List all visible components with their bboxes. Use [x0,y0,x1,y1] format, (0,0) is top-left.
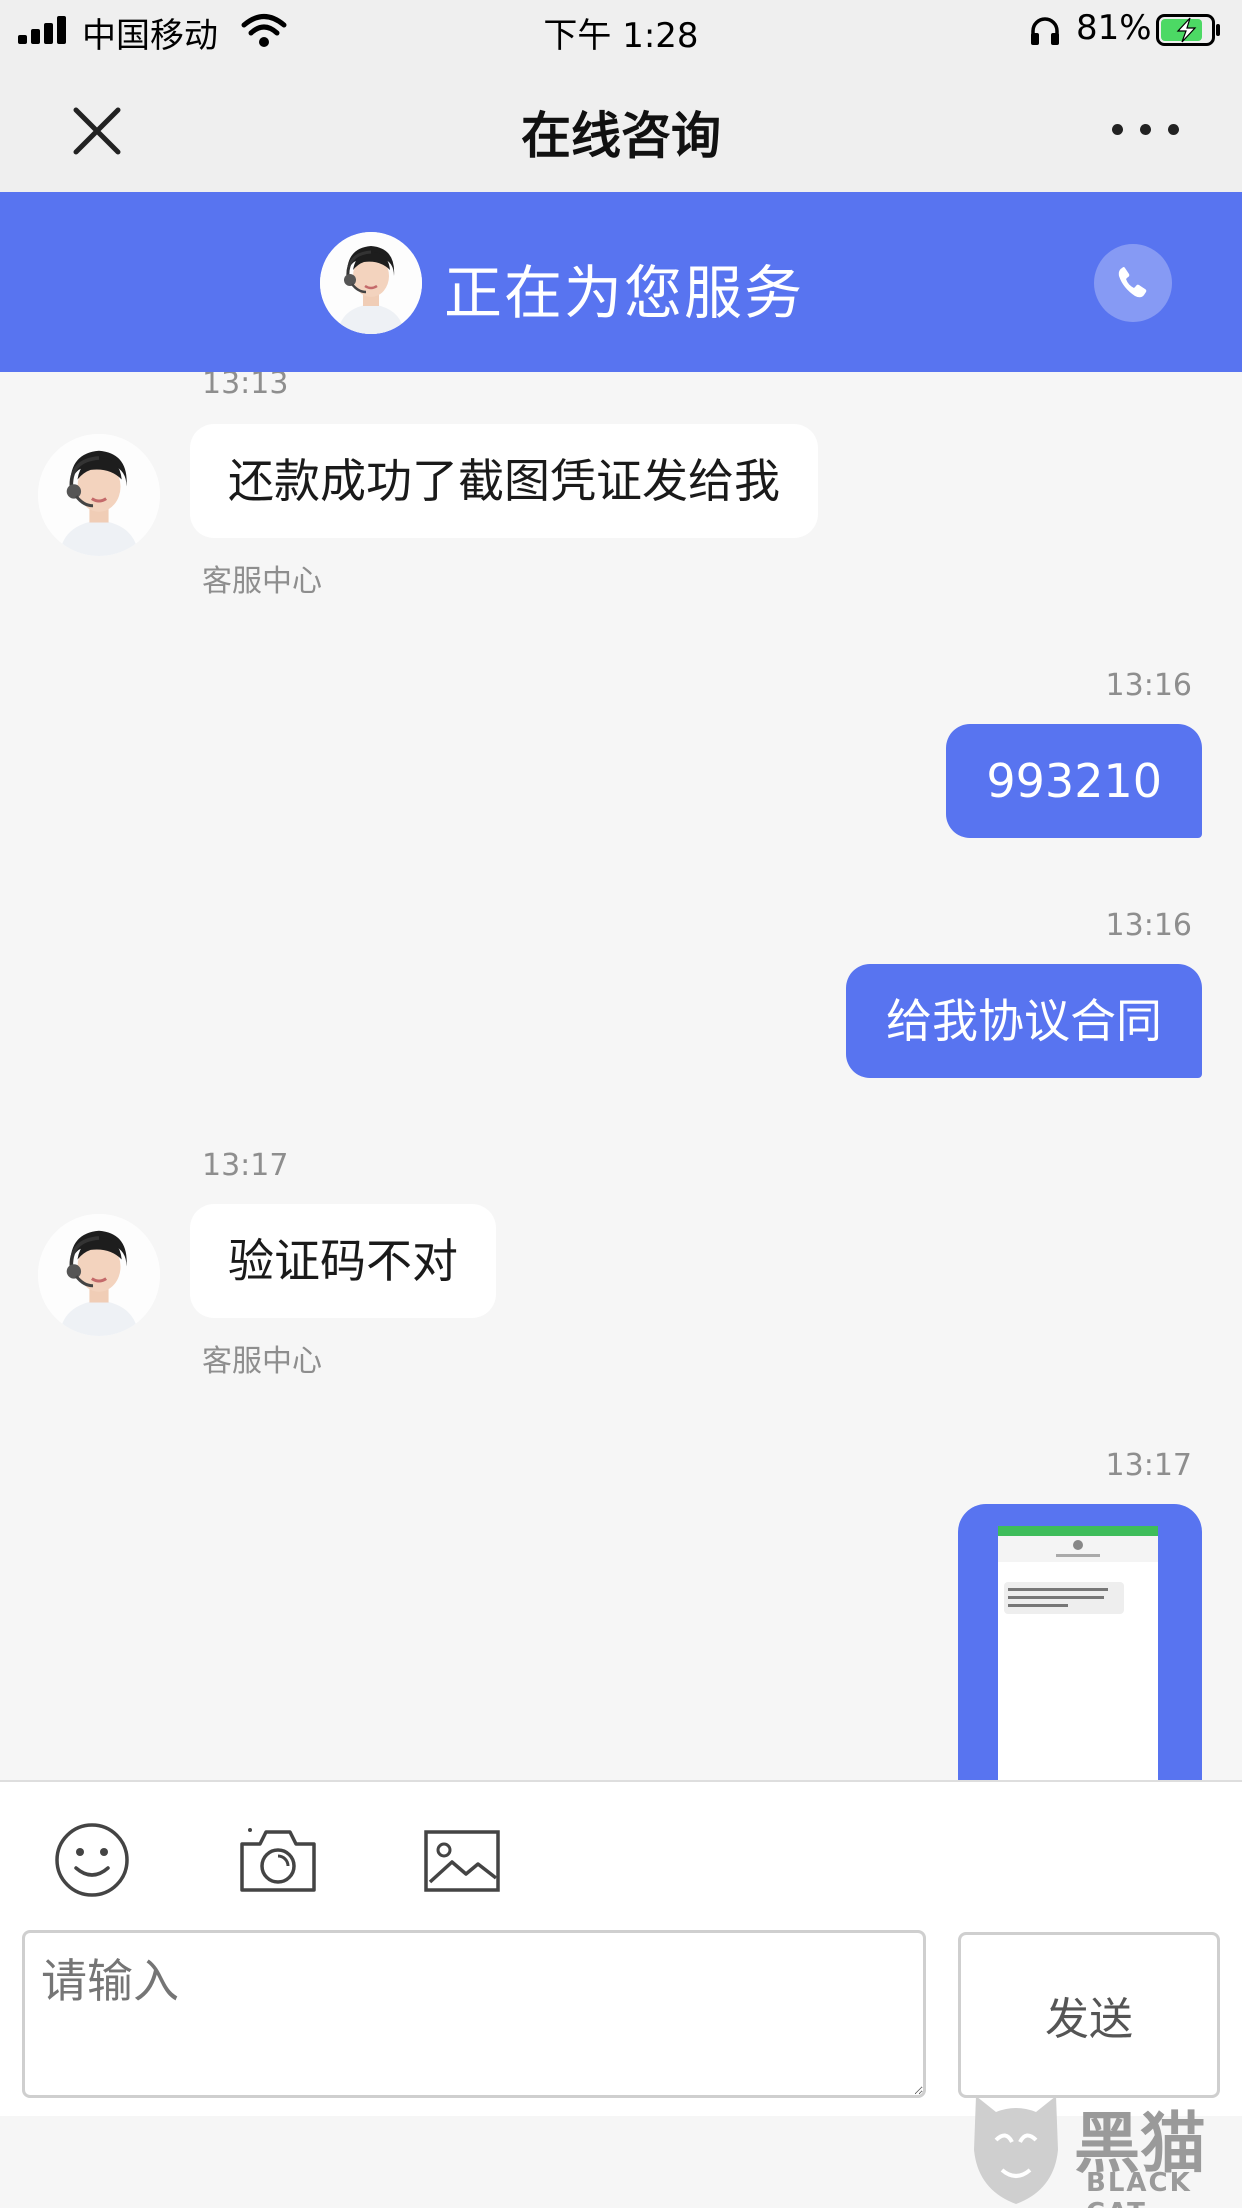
call-button[interactable] [1094,244,1172,322]
image-icon[interactable] [422,1820,502,1900]
phone-icon [1118,267,1147,298]
page-title: 在线咨询 [521,107,721,165]
outgoing-message[interactable]: 给我协议合同 [846,964,1202,1078]
send-button[interactable]: 发送 [958,1932,1220,2098]
image-message[interactable] [958,1504,1202,1780]
message-timestamp: 13:17 [1105,1448,1192,1483]
nav-bar: 在线咨询 [0,62,1242,192]
emoji-icon[interactable] [52,1820,132,1900]
message-timestamp: 13:13 [202,372,289,401]
status-bar: 中国移动 下午 1:28 81% [0,0,1242,62]
composer: 发送 [0,1780,1242,2116]
camera-icon[interactable] [236,1820,320,1900]
message-timestamp: 13:17 [202,1148,289,1183]
headphone-icon [1031,17,1059,45]
message-input[interactable] [22,1930,926,2098]
service-banner: 正在为您服务 [0,192,1242,372]
sender-name: 客服中心 [202,564,322,599]
watermark-en: BLACK CAT [1086,2168,1192,2208]
message-timestamp: 13:16 [1105,908,1192,943]
service-status-text: 正在为您服务 [444,259,805,327]
battery-percent: 81% [1076,8,1152,48]
outgoing-message[interactable]: 993210 [946,724,1202,838]
watermark-logo: 黑猫 BLACK CAT [966,2090,1242,2208]
chat-area[interactable]: 13:13 还款成功了截图凭证发给我 客服中心 13:16 993210 13:… [0,372,1242,1780]
more-icon[interactable] [1108,106,1184,150]
battery-icon [1156,14,1220,46]
incoming-message[interactable]: 验证码不对 [190,1204,496,1318]
screenshot-thumbnail [998,1526,1158,1780]
black-cat-logo-icon [974,2096,1058,2204]
agent-avatar [38,1214,160,1336]
agent-avatar [38,434,160,556]
incoming-message[interactable]: 还款成功了截图凭证发给我 [190,424,818,538]
agent-avatar [320,232,422,334]
sender-name: 客服中心 [202,1344,322,1379]
message-timestamp: 13:16 [1105,668,1192,703]
